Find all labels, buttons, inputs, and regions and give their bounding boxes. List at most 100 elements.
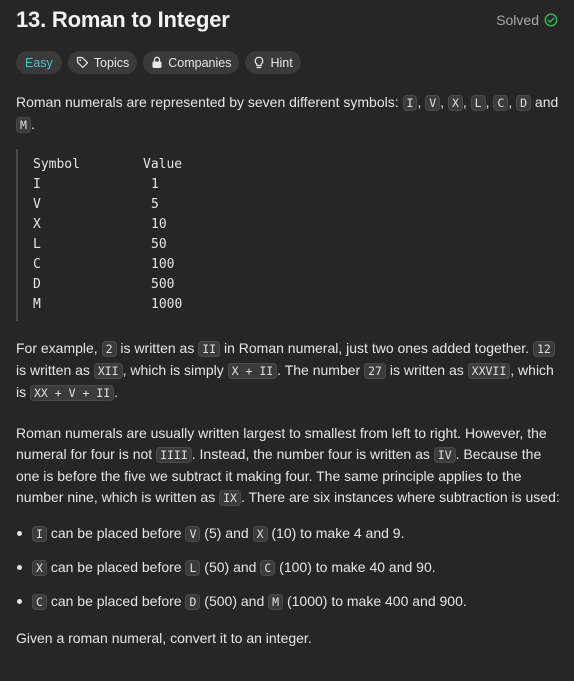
tag-icon — [76, 56, 89, 69]
inline-code: XXVII — [467, 363, 511, 379]
separator: , — [462, 94, 471, 110]
inline-code: X + II — [227, 363, 278, 379]
rule-text: (100) to make 40 and 90. — [275, 559, 436, 575]
value-cell: 50 — [151, 237, 167, 252]
table-row: C 100 — [33, 255, 560, 275]
value-cell: 100 — [151, 257, 175, 272]
code-symbol: L — [470, 95, 486, 111]
table-row: I1 — [33, 175, 560, 195]
task-paragraph: Given a roman numeral, convert it to an … — [16, 630, 312, 646]
rule-text: (10) to make 4 and 9. — [267, 525, 405, 541]
inline-code: IIII — [156, 447, 192, 463]
code-symbol: M — [16, 117, 31, 133]
companies-label: Companies — [168, 55, 232, 70]
example-text: , which is simply — [122, 362, 228, 378]
rule-text: can be placed before — [46, 559, 186, 575]
symbol-cell: D — [33, 277, 41, 292]
rule-text: (500) and — [200, 593, 269, 609]
symbol-cell: I — [33, 177, 41, 192]
inline-code: I — [32, 526, 47, 542]
inline-code: 2 — [101, 341, 117, 357]
symbol-value-table: Symbol Value I1 V5 X 10 L 50 C 100 D 500 M 100… — [16, 149, 560, 321]
difficulty-badge: Easy — [16, 51, 62, 74]
example-text: is written as — [16, 362, 94, 378]
inline-code: L — [185, 560, 201, 576]
list-item: X can be placed before L (50) and C (100… — [17, 557, 560, 579]
symbol-cell: M — [33, 297, 41, 312]
solved-label: Solved — [496, 12, 539, 28]
inline-code: XII — [93, 363, 123, 379]
separator: and — [531, 94, 559, 110]
inline-code: X — [252, 526, 268, 542]
topics-button[interactable]: Topics — [67, 51, 138, 74]
rule-text: can be placed before — [46, 593, 186, 609]
topics-label: Topics — [93, 55, 130, 70]
inline-code: M — [268, 594, 284, 610]
symbol-cell: V — [33, 197, 41, 212]
hint-button[interactable]: Hint — [245, 51, 301, 74]
inline-code: D — [185, 594, 201, 610]
separator: , — [508, 94, 517, 110]
example-text: is written as — [385, 362, 468, 378]
check-circle-icon — [544, 13, 558, 27]
inline-code: XX + V + II — [30, 385, 115, 401]
inline-code: II — [198, 341, 221, 357]
solved-status: Solved — [496, 12, 558, 28]
symbol-header: Symbol — [33, 157, 80, 172]
inline-code: C — [260, 560, 276, 576]
problem-title: 13. Roman to Integer — [16, 7, 230, 32]
rule-text: (5) and — [200, 525, 253, 541]
code-symbol: I — [402, 95, 418, 111]
subtraction-rules-list: I can be placed before V (5) and X (10) … — [16, 523, 560, 613]
ordering-text: . Instead, the number four is written as — [191, 446, 434, 462]
example-text: For example, — [16, 340, 102, 356]
example-text: is written as — [116, 340, 199, 356]
inline-code: 12 — [532, 341, 555, 357]
example-text: in Roman numeral, just two ones added to… — [220, 340, 533, 356]
problem-content: Roman numerals are represented by seven … — [16, 92, 560, 649]
problem-header: 13. Roman to Integer Solved — [16, 4, 558, 36]
separator: . — [30, 116, 35, 132]
example-paragraph: For example, 2 is written as II in Roman… — [16, 338, 560, 404]
code-symbol: C — [493, 95, 509, 111]
example-text: . — [114, 384, 119, 400]
inline-code: 27 — [364, 363, 386, 379]
inline-code: IX — [219, 490, 241, 506]
tag-bar: Easy Topics Companies Hint — [16, 51, 301, 74]
code-symbol: V — [425, 95, 441, 111]
value-cell: 1000 — [151, 297, 183, 312]
hint-label: Hint — [270, 55, 293, 70]
lock-icon — [151, 56, 163, 69]
table-row: X 10 — [33, 215, 560, 235]
code-symbol: D — [516, 95, 532, 111]
separator: , — [440, 94, 448, 110]
value-cell: 500 — [151, 277, 175, 292]
value-header: Value — [143, 157, 183, 172]
lightbulb-icon — [253, 56, 265, 69]
inline-code: IV — [433, 447, 456, 463]
code-symbol: X — [447, 95, 463, 111]
companies-button[interactable]: Companies — [143, 51, 240, 74]
symbol-cell: X — [33, 217, 41, 232]
rule-text: can be placed before — [46, 525, 186, 541]
ordering-paragraph: Roman numerals are usually written large… — [16, 423, 560, 509]
symbol-cell: L — [33, 237, 41, 252]
list-item: I can be placed before V (5) and X (10) … — [17, 523, 560, 545]
ordering-text: . There are six instances where subtract… — [240, 489, 560, 505]
symbol-cell: C — [33, 257, 41, 272]
table-row: L 50 — [33, 235, 560, 255]
inline-code: X — [32, 560, 47, 576]
table-row: M 1000 — [33, 295, 560, 315]
value-cell: 5 — [151, 197, 159, 212]
list-item: C can be placed before D (500) and M (10… — [17, 591, 560, 613]
table-row: D 500 — [33, 275, 560, 295]
problem-description: 13. Roman to Integer Solved Easy Topics … — [0, 0, 574, 681]
value-cell: 1 — [151, 177, 159, 192]
rule-text: (50) and — [200, 559, 261, 575]
intro-paragraph: Roman numerals are represented by seven … — [16, 92, 560, 136]
rule-text: (1000) to make 400 and 900. — [283, 593, 467, 609]
intro-text: Roman numerals are represented by seven … — [16, 94, 403, 110]
example-text: . The number — [277, 362, 365, 378]
inline-code: C — [32, 594, 47, 610]
difficulty-label: Easy — [25, 55, 53, 70]
